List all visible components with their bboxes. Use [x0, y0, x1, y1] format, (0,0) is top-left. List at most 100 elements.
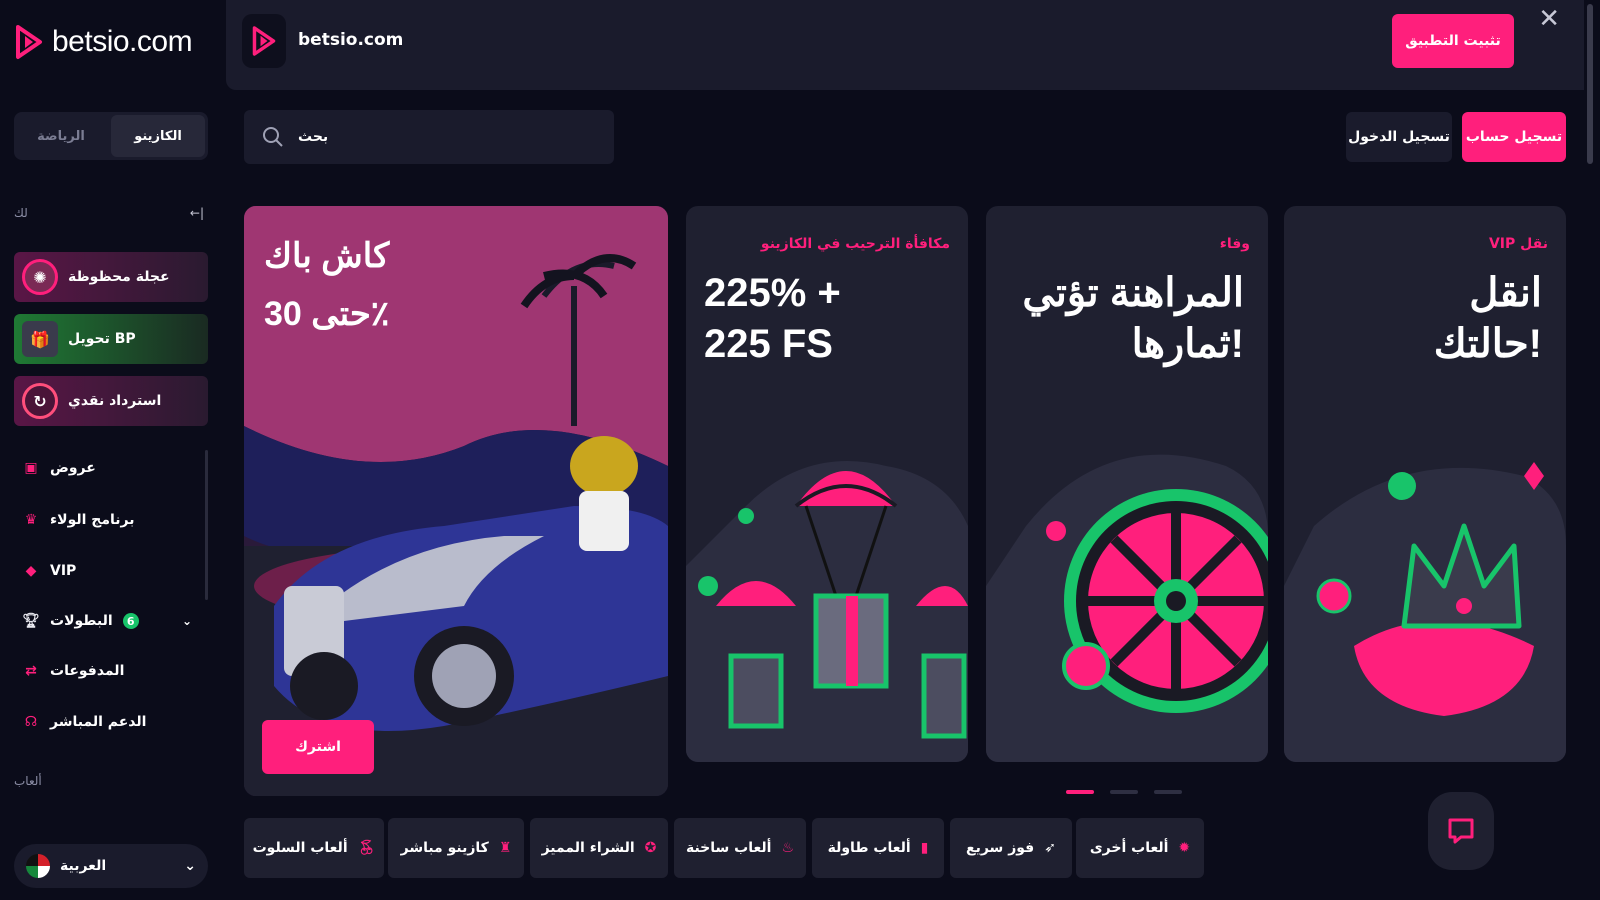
category-hot-games[interactable]: ألعاب ساخنة ♨	[674, 818, 806, 878]
hero-title-line2: حتى 30٪	[264, 294, 390, 333]
card-headline: المراهنة تؤتي ثمارها!	[1022, 268, 1244, 370]
chevron-down-icon[interactable]: ⌄	[182, 614, 192, 628]
card-pre-title: VIP نقل	[1488, 236, 1548, 252]
sidebar-item-label: برنامج الولاء	[50, 512, 135, 528]
promo-cashback[interactable]: ↻ استرداد نقدي	[14, 376, 208, 426]
card-headline-line2: حالتك!	[1433, 322, 1542, 367]
promo-card-welcome-bonus[interactable]: مكافأة الترحيب في الكازينو 225% + 225 FS	[686, 206, 968, 762]
install-app-banner: betsio.com تثبيت التطبيق ✕	[226, 0, 1586, 90]
promo-lucky-wheel[interactable]: ✺ عجلة محظوظة	[14, 252, 208, 302]
headset-icon: ☊	[24, 714, 38, 730]
app-logo-icon	[242, 14, 286, 68]
trophy-icon: 🏆︎	[22, 613, 40, 629]
live-chat-button[interactable]	[1428, 792, 1494, 870]
section-label-foryou: لك	[14, 206, 28, 220]
card-pre-title: مكافأة الترحيب في الكازينو	[760, 236, 950, 252]
category-label: ألعاب ساخنة	[685, 840, 772, 856]
card-headline-line1: 225% +	[704, 271, 841, 315]
card-headline-line1: المراهنة تؤتي	[1022, 271, 1244, 315]
site-logo[interactable]: betsio.com	[14, 24, 193, 60]
sidebar-item-offers[interactable]: ▣ عروض	[22, 454, 96, 482]
hero-title-line1: كاش باك	[264, 237, 390, 275]
sidebar-item-tournaments[interactable]: 🏆︎ البطولات 6 ⌄	[22, 607, 192, 635]
card-headline-line2: ثمارها!	[1131, 322, 1244, 367]
cashback-icon: ↻	[22, 383, 58, 419]
logo-icon	[16, 25, 42, 59]
diamond-icon: ◆	[25, 563, 37, 579]
flag-icon	[26, 854, 50, 878]
sidebar-scrollbar[interactable]	[205, 450, 208, 600]
carousel-dot[interactable]	[1110, 790, 1138, 794]
chat-icon	[1448, 818, 1474, 844]
tournaments-count-badge: 6	[122, 613, 139, 629]
gift-box-icon: 🎁	[22, 321, 58, 357]
category-fast-win[interactable]: فوز سريع ➶	[950, 818, 1072, 878]
mode-toggle: الرياضة الكازينو	[14, 112, 208, 160]
sidebar-item-loyalty[interactable]: ♛ برنامج الولاء	[22, 506, 135, 534]
login-button[interactable]: تسجيل الدخول	[1346, 112, 1452, 162]
category-label: الشراء المميز	[541, 840, 635, 856]
rocket-icon: ➶	[1044, 840, 1056, 856]
tab-sports[interactable]: الرياضة	[14, 112, 108, 160]
sidebar-item-payments[interactable]: ⇄ المدفوعات	[22, 657, 124, 685]
wheel-icon: ✺	[22, 259, 58, 295]
collapse-row: لك ←|	[14, 206, 204, 220]
tab-casino[interactable]: الكازينو	[111, 115, 205, 157]
promo-card-loyalty[interactable]: وفاء المراهنة تؤتي ثمارها!	[986, 206, 1268, 762]
carousel-dot[interactable]	[1154, 790, 1182, 794]
carousel-dot[interactable]	[1066, 790, 1094, 794]
language-selector[interactable]: العربية ⌄	[14, 844, 208, 888]
crown-icon: ♛	[24, 512, 38, 528]
card-headline: انقل حالتك!	[1434, 268, 1542, 370]
join-button[interactable]: اشترك	[262, 720, 374, 774]
hero-title: كاش باك حتى 30٪	[264, 228, 389, 344]
card-headline-line1: انقل	[1469, 271, 1542, 315]
card-headline-line2: 225 FS	[704, 322, 833, 367]
logo-text: betsio.com	[52, 25, 193, 58]
games-section-label: ألعاب	[14, 774, 42, 788]
sidebar-item-label: المدفوعات	[50, 663, 125, 679]
promo-label: تحويل BP	[68, 331, 136, 347]
chevron-down-icon: ⌄	[184, 858, 196, 874]
language-label: العربية	[60, 858, 107, 874]
carousel-pagination	[1066, 790, 1182, 794]
collapse-arrow-icon[interactable]: ←|	[190, 206, 204, 220]
search-input[interactable]: بحث	[244, 110, 614, 164]
close-icon[interactable]: ✕	[1538, 4, 1560, 34]
page-scrollbar[interactable]	[1584, 0, 1596, 900]
category-label: ألعاب أخرى	[1089, 840, 1169, 856]
sidebar: betsio.com الرياضة الكازينو لك ←| ✺ عجلة…	[0, 0, 212, 900]
category-slots[interactable]: ألعاب السلوت 🍒︎	[244, 818, 384, 878]
category-label: فوز سريع	[966, 840, 1035, 856]
card-pre-title: وفاء	[1219, 236, 1250, 252]
fire-icon: ♨	[781, 840, 795, 856]
promo-bp-convert[interactable]: 🎁 تحويل BP	[14, 314, 208, 364]
signup-button[interactable]: تسجيل حساب	[1462, 112, 1566, 162]
sidebar-item-label: الدعم المباشر	[50, 714, 147, 730]
dealer-icon: ♜	[498, 840, 512, 856]
app-name: betsio.com	[298, 30, 404, 50]
star-icon: ✪	[644, 840, 657, 856]
category-label: ألعاب السلوت	[252, 840, 348, 856]
search-icon	[263, 127, 283, 147]
card-headline: 225% + 225 FS	[704, 268, 841, 370]
install-app-button[interactable]: تثبيت التطبيق	[1392, 14, 1514, 68]
sidebar-item-vip[interactable]: ◆ VIP	[22, 557, 77, 585]
chip-icon: ✹	[1178, 840, 1191, 856]
payment-icon: ⇄	[25, 663, 37, 679]
cards-icon: ▮	[920, 840, 929, 856]
promo-label: عجلة محظوظة	[68, 269, 170, 285]
category-label: ألعاب طاولة	[827, 840, 911, 856]
category-live-casino[interactable]: كازينو مباشر ♜	[388, 818, 524, 878]
category-other-games[interactable]: ألعاب أخرى ✹	[1076, 818, 1204, 878]
slots-icon: 🍒︎	[357, 840, 376, 856]
sidebar-item-label: البطولات	[50, 613, 113, 629]
promo-label: استرداد نقدي	[68, 393, 162, 409]
sidebar-item-label: عروض	[50, 460, 96, 476]
promo-card-cashback[interactable]: كاش باك حتى 30٪ اشترك	[244, 206, 668, 796]
category-bonus-buy[interactable]: الشراء المميز ✪	[530, 818, 668, 878]
sidebar-item-support[interactable]: ☊ الدعم المباشر	[22, 708, 147, 736]
category-table-games[interactable]: ألعاب طاولة ▮	[812, 818, 944, 878]
search-placeholder: بحث	[298, 129, 329, 145]
promo-card-vip-transfer[interactable]: VIP نقل انقل حالتك!	[1284, 206, 1566, 762]
